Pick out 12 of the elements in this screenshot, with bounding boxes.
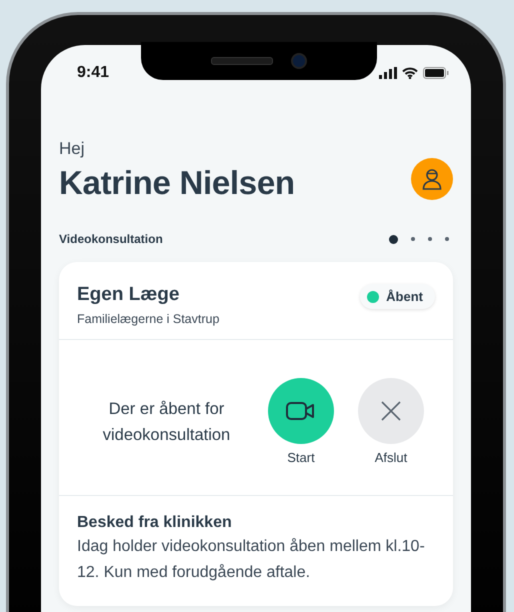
action-label: Afslut [374, 450, 408, 465]
clinic-subtitle: Familielægerne i Stavtrup [77, 312, 220, 326]
status-time: 9:41 [77, 64, 110, 82]
clinic-title: Egen Læge [77, 284, 180, 306]
message-text: Idag holder videokonsultation åben mellem kl.10-12. Kun med forudgående aftale. [77, 537, 426, 583]
status-label: Åbent [386, 289, 423, 304]
message-title: Besked fra klinikken [77, 514, 233, 532]
action-label: Start [287, 450, 315, 465]
greeting-text: Hej [59, 139, 86, 159]
info-text: Der er åbent for videokonsultation [102, 398, 232, 446]
section-title: Videokonsultation [59, 232, 163, 246]
user-name: Katrine Nielsen [59, 164, 295, 202]
